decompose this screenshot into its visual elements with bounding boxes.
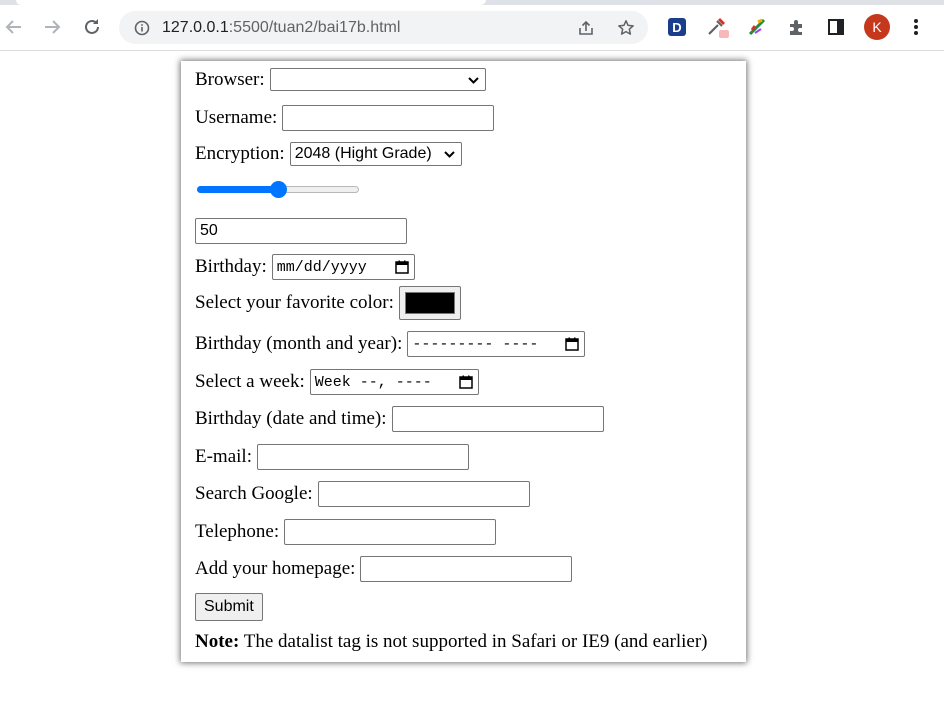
week-input[interactable]: Week --, ---- [309,369,479,395]
eyedropper-icon[interactable] [703,13,731,41]
search-row: Search Google: [195,481,530,507]
calendar-icon[interactable] [565,337,580,351]
profile-avatar[interactable]: K [863,13,891,41]
email-input[interactable] [256,444,469,470]
encryption-row: Encryption: 2048 (Hight Grade) [195,142,462,166]
chevron-down-icon [467,77,479,84]
note-text: The datalist tag is not supported in Saf… [239,631,708,652]
chevron-down-icon [443,151,455,158]
color-picker[interactable] [398,286,461,320]
submit-button[interactable]: Submit [195,593,263,621]
range-output-value: 50 [200,222,218,239]
month-placeholder: --------- ---- [412,335,539,353]
browser-toolbar: 127.0.0.1:5500/tuan2/bai17b.html D K [0,5,944,51]
week-row: Select a week: Week --, ---- [195,369,479,395]
color-swatch [404,292,455,314]
share-icon[interactable] [572,14,600,42]
email-label: E-mail: [195,446,252,467]
search-input[interactable] [317,481,530,507]
extension-d-icon[interactable]: D [663,13,691,41]
forward-arrow-icon[interactable] [38,13,66,41]
url-host: 127.0.0.1 [162,19,229,36]
month-input[interactable]: --------- ---- [407,331,586,357]
month-row: Birthday (month and year): --------- ---… [195,331,586,357]
homepage-label: Add your homepage: [195,558,356,579]
range-output-row: 50 [195,218,407,244]
month-label: Birthday (month and year): [195,333,403,354]
back-arrow-icon[interactable] [0,13,28,41]
more-menu-icon[interactable] [902,13,930,41]
telephone-label: Telephone: [195,521,280,542]
username-input[interactable] [282,105,495,131]
range-fill [197,186,278,193]
telephone-row: Telephone: [195,519,497,545]
color-row: Select your favorite color: [195,286,461,320]
encryption-select[interactable]: 2048 (Hight Grade) [289,142,462,166]
search-label: Search Google: [195,483,313,504]
birthday-row: Birthday: mm/dd/yyyy [195,254,415,280]
homepage-row: Add your homepage: [195,556,573,582]
encryption-label: Encryption: [195,143,285,164]
url-text[interactable]: 127.0.0.1:5500/tuan2/bai17b.html [162,19,400,37]
extension-d-label: D [668,18,686,36]
encryption-select-value: 2048 (Hight Grade) [294,145,432,162]
browser-select[interactable] [269,68,486,91]
url-path: :5500/tuan2/bai17b.html [228,19,401,36]
note-bold-label: Note: [195,631,240,652]
birthday-label: Birthday: [195,256,267,277]
datetime-input[interactable] [391,406,604,432]
bookmark-star-icon[interactable] [612,14,640,42]
range-output-input[interactable]: 50 [195,218,407,244]
browser-row: Browser: [195,68,486,91]
range-thumb[interactable] [269,181,287,198]
username-row: Username: [195,105,495,131]
reload-icon[interactable] [78,13,106,41]
calendar-icon[interactable] [395,260,409,274]
browser-label: Browser: [195,68,265,90]
submit-row: Submit [195,593,263,621]
datalist-note: Note: The datalist tag is not supported … [195,631,707,653]
range-slider[interactable] [197,181,359,198]
puzzle-icon[interactable] [783,13,811,41]
homepage-input[interactable] [360,556,573,582]
color-label: Select your favorite color: [195,292,394,313]
birthday-date-input[interactable]: mm/dd/yyyy [271,254,415,280]
site-info-icon[interactable] [128,14,156,42]
side-panel-icon[interactable] [822,13,850,41]
profile-initial: K [864,14,890,40]
calendar-icon[interactable] [458,375,473,389]
color-wheel-icon[interactable] [743,13,771,41]
form-container: Browser: Username: Encryption: 2048 (Hig… [181,61,746,662]
datetime-row: Birthday (date and time): [195,406,604,432]
username-label: Username: [195,107,278,128]
datetime-label: Birthday (date and time): [195,408,387,429]
address-bar[interactable]: 127.0.0.1:5500/tuan2/bai17b.html [119,11,648,44]
email-row: E-mail: [195,444,469,470]
week-label: Select a week: [195,371,305,392]
birthday-placeholder: mm/dd/yyyy [276,258,367,276]
telephone-input[interactable] [284,519,497,545]
week-placeholder: Week --, ---- [314,373,432,391]
